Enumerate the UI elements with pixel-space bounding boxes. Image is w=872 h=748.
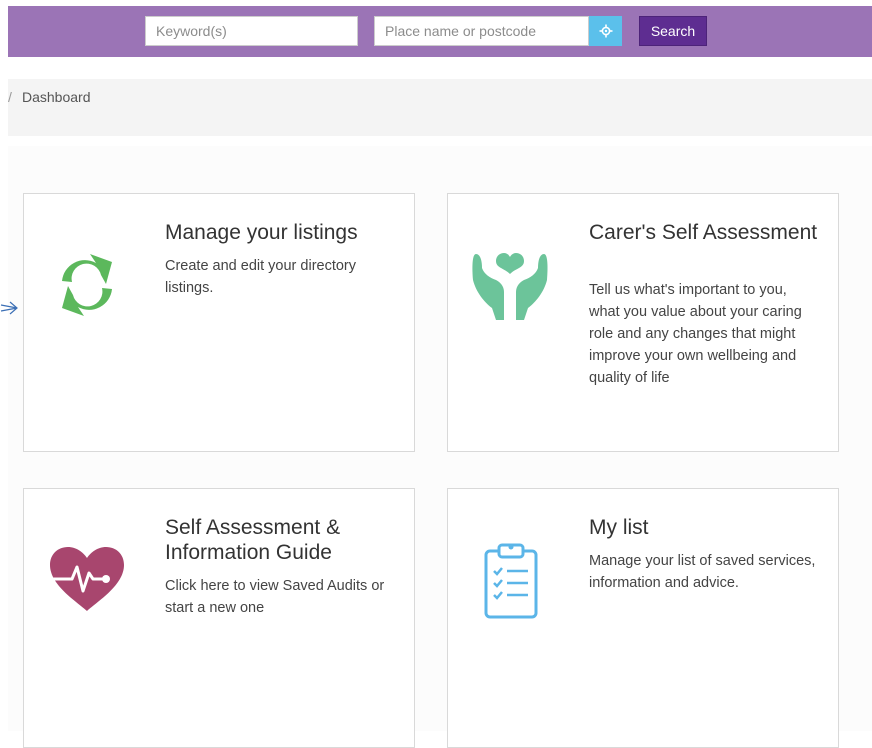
card-description: Click here to view Saved Audits or start… [165,578,385,616]
keyword-input[interactable] [145,16,358,46]
card-title: Manage your listings [165,221,358,244]
card-description: Manage your list of saved services, info… [589,553,816,591]
breadcrumb-separator: / [8,89,12,105]
card-carers-self-assessment[interactable]: Carer's Self Assessment Tell us what's i… [447,193,839,452]
card-description: Tell us what's important to you, what yo… [589,282,802,386]
crosshair-icon [599,24,612,38]
card-title: My list [589,516,649,539]
card-my-list[interactable]: My list Manage your list of saved servic… [447,488,839,748]
card-description: Create and edit your directory listings. [165,258,357,296]
card-title: Self Assessment & Information Guide [165,516,341,564]
locate-button[interactable] [589,16,622,46]
place-input[interactable] [374,16,589,46]
search-button[interactable]: Search [639,16,707,46]
breadcrumb-current: Dashboard [22,89,91,105]
breadcrumb: / Dashboard [8,79,872,136]
arrow-right-icon [0,301,18,315]
card-manage-listings[interactable]: Manage your listings Create and edit you… [23,193,415,452]
card-self-assessment-guide[interactable]: Self Assessment & Information Guide Clic… [23,488,415,748]
heart-pulse-icon [50,547,124,611]
card-title: Carer's Self Assessment [589,221,818,244]
hands-heart-icon [472,253,548,320]
refresh-arrows-icon [62,254,112,316]
clipboard-checklist-icon [484,543,538,619]
